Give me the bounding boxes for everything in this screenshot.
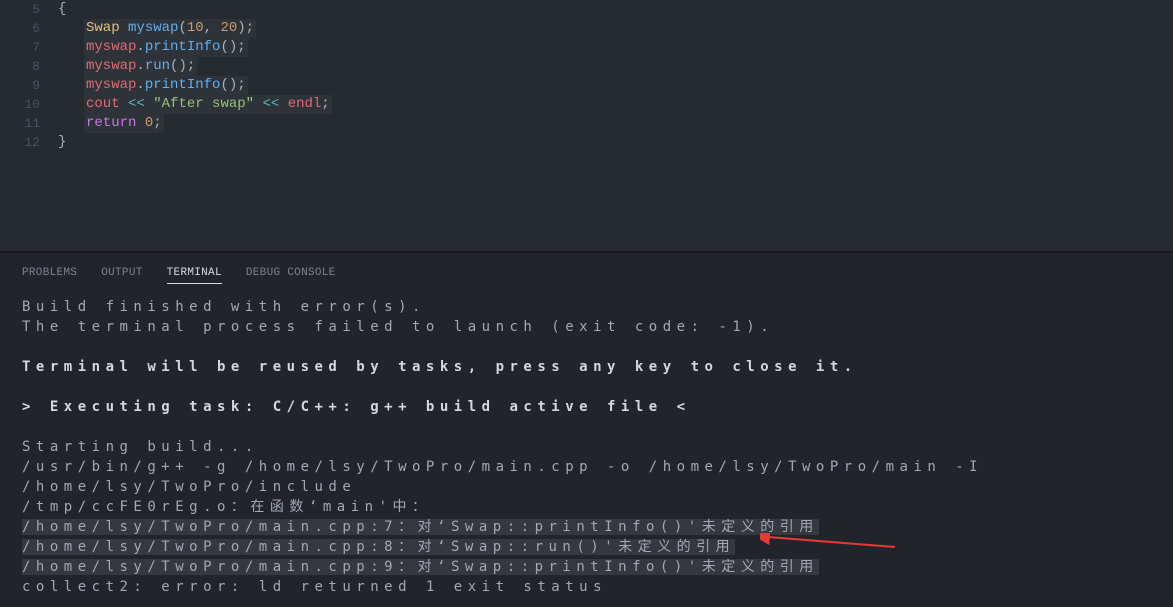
terminal-line: /home/lsy/TwoPro/main.cpp:7：对‘Swap::prin…	[22, 517, 1151, 537]
terminal-line: /home/lsy/TwoPro/main.cpp:8：对‘Swap::run(…	[22, 537, 1151, 557]
line-number: 5	[0, 0, 40, 19]
terminal-line	[22, 337, 1151, 357]
code-area[interactable]: {Swap myswap(10, 20);myswap.printInfo();…	[58, 0, 1173, 251]
code-line[interactable]: return 0;	[58, 114, 1173, 133]
terminal-output[interactable]: Build finished with error(s).The termina…	[0, 287, 1173, 607]
bottom-panel: PROBLEMS OUTPUT TERMINAL DEBUG CONSOLE B…	[0, 253, 1173, 607]
terminal-line: /tmp/ccFE0rEg.o：在函数‘main'中：	[22, 497, 1151, 517]
line-number: 6	[0, 19, 40, 38]
code-line[interactable]: Swap myswap(10, 20);	[58, 19, 1173, 38]
code-line[interactable]: myswap.printInfo();	[58, 76, 1173, 95]
terminal-line: Build finished with error(s).	[22, 297, 1151, 317]
line-number: 7	[0, 38, 40, 57]
terminal-line: > Executing task: C/C++: g++ build activ…	[22, 397, 1151, 417]
line-number-gutter: 56789101112	[0, 0, 58, 251]
line-number: 12	[0, 133, 40, 152]
terminal-line: Starting build...	[22, 437, 1151, 457]
code-line[interactable]: }	[58, 133, 1173, 152]
terminal-line	[22, 417, 1151, 437]
tab-debug-console[interactable]: DEBUG CONSOLE	[246, 263, 336, 284]
terminal-line: The terminal process failed to launch (e…	[22, 317, 1151, 337]
line-number: 11	[0, 114, 40, 133]
terminal-line	[22, 377, 1151, 397]
terminal-line: Terminal will be reused by tasks, press …	[22, 357, 1151, 377]
code-line[interactable]: {	[58, 0, 1173, 19]
line-number: 8	[0, 57, 40, 76]
line-number: 10	[0, 95, 40, 114]
tab-problems[interactable]: PROBLEMS	[22, 263, 77, 284]
panel-tabs: PROBLEMS OUTPUT TERMINAL DEBUG CONSOLE	[0, 253, 1173, 287]
line-number: 9	[0, 76, 40, 95]
tab-output[interactable]: OUTPUT	[101, 263, 142, 284]
tab-terminal[interactable]: TERMINAL	[167, 263, 222, 284]
code-editor[interactable]: 56789101112 {Swap myswap(10, 20);myswap.…	[0, 0, 1173, 251]
terminal-line: /usr/bin/g++ -g /home/lsy/TwoPro/main.cp…	[22, 457, 1151, 497]
terminal-line: collect2: error: ld returned 1 exit stat…	[22, 577, 1151, 597]
terminal-line: /home/lsy/TwoPro/main.cpp:9：对‘Swap::prin…	[22, 557, 1151, 577]
code-line[interactable]: myswap.run();	[58, 57, 1173, 76]
code-line[interactable]: cout << "After swap" << endl;	[58, 95, 1173, 114]
code-line[interactable]: myswap.printInfo();	[58, 38, 1173, 57]
